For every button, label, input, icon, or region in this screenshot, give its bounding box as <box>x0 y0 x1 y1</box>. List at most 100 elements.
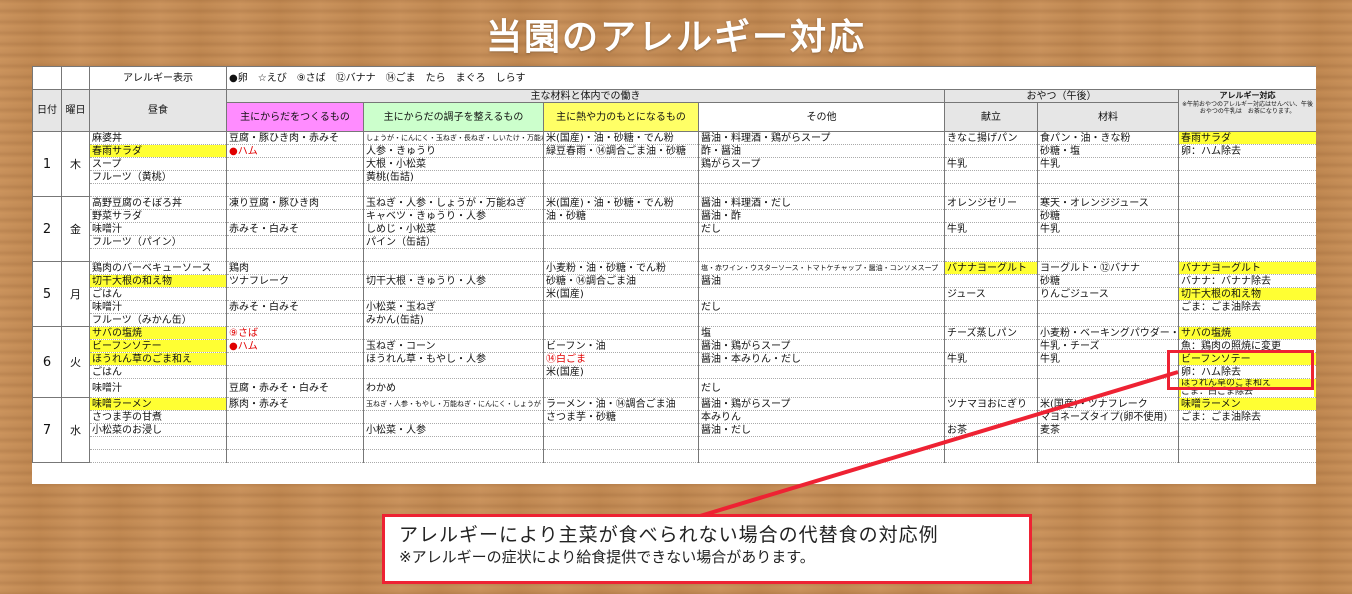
snack-cell <box>944 235 1038 249</box>
condition-cell <box>363 183 544 197</box>
snack-cell <box>944 248 1038 262</box>
condition-cell: 玉ねぎ・人参・しょうが・万能ねぎ <box>363 196 544 210</box>
day-date: 2 <box>32 196 62 262</box>
condition-cell <box>363 449 544 463</box>
note-line-1: アレルギーにより主菜が食べられない場合の代替食の対応例 <box>399 524 939 546</box>
body-cell <box>226 235 364 249</box>
body-cell: 赤みそ・白みそ <box>226 222 364 236</box>
table-row: フルーツ（みかん缶） みかん(缶詰) <box>33 313 1316 327</box>
body-cell <box>226 449 364 463</box>
lunch-cell: ほうれん草のごま和え <box>89 352 227 366</box>
other-cell: 醤油・本みりん・だし <box>698 352 945 366</box>
material-cell <box>1037 365 1179 379</box>
material-cell: 麦茶 <box>1037 423 1179 437</box>
other-cell: だし <box>698 378 945 398</box>
allergy-cell: ごま：ごま油除去 <box>1177 300 1316 314</box>
lunch-cell: 味噌汁 <box>89 300 227 314</box>
table-row: 春雨サラダ ●ハム 人参・きゅうり 緑豆春雨・⑭調合ごま油・砂糖 酢・醤油 砂糖・塩 卵：ハ… <box>33 144 1316 158</box>
table-row: 野菜サラダ キャベツ・きゅうり・人参 油・砂糖 醤油・酢 砂糖 <box>33 209 1316 223</box>
allergy-cell <box>1177 313 1316 327</box>
body-cell: ●ハム <box>226 339 364 353</box>
energy-cell <box>543 248 699 262</box>
lunch-cell: スープ <box>89 157 227 171</box>
day-date: 6 <box>32 326 62 398</box>
condition-cell: わかめ <box>363 378 544 398</box>
material-cell: 米(国産)・ツナフレーク <box>1037 397 1179 411</box>
other-cell <box>698 170 945 184</box>
table-row: 7 水味噌ラーメン 豚肉・赤みそ 玉ねぎ・人参・もやし・万能ねぎ・にんにく・しょうがラ… <box>32 397 1316 463</box>
energy-cell: 米(国産)・油・砂糖・でん粉 <box>543 131 699 145</box>
note-line-2: ※アレルギーの症状により給食提供できない場合があります。 <box>399 548 815 566</box>
snack-cell <box>944 378 1038 398</box>
material-cell: 牛乳 <box>1037 222 1179 236</box>
snack-cell <box>944 410 1038 424</box>
allergy-cell: ごま：ごま油除去 <box>1177 410 1316 424</box>
allergy-cell: サバの塩焼 <box>1177 326 1316 340</box>
lunch-cell: 小松菜のお浸し <box>89 423 227 437</box>
other-cell: だし <box>698 300 945 314</box>
other-cell <box>698 287 945 301</box>
energy-cell <box>543 222 699 236</box>
body-cell: 豚肉・赤みそ <box>226 397 364 411</box>
energy-cell: 米(国産)・油・砂糖・でん粉 <box>543 196 699 210</box>
material-cell <box>1037 170 1179 184</box>
energy-cell: 砂糖・⑭調合ごま油 <box>543 274 699 288</box>
other-cell <box>698 449 945 463</box>
energy-cell <box>543 378 699 398</box>
other-cell: 醤油・鶏がらスープ <box>698 339 945 353</box>
other-cell <box>698 248 945 262</box>
body-cell: 赤みそ・白みそ <box>226 300 364 314</box>
lunch-cell: フルーツ（みかん缶） <box>89 313 227 327</box>
snack-cell <box>944 313 1038 327</box>
callout-highlight-box <box>1167 350 1314 390</box>
day-weekday: 月 <box>61 261 90 327</box>
energy-cell: さつま芋・砂糖 <box>543 410 699 424</box>
allergy-cell: 切干大根の和え物 <box>1177 287 1316 301</box>
energy-cell: 小麦粉・油・砂糖・でん粉 <box>543 261 699 275</box>
allergy-cell <box>1177 209 1316 223</box>
energy-header: 主に熱や力のもとになるもの <box>543 102 699 132</box>
energy-cell: 米(国産) <box>543 365 699 379</box>
energy-cell: ビーフン・油 <box>543 339 699 353</box>
allergy-cell: バナナ：バナナ除去 <box>1177 274 1316 288</box>
condition-cell <box>363 248 544 262</box>
table-row: 切干大根の和え物 ツナフレーク 切干大根・きゅうり・人参 砂糖・⑭調合ごま油 醤油 砂糖バ… <box>33 274 1316 288</box>
table-row: ほうれん草のごま和え ほうれん草・もやし・人参 ⑭白ごま 醤油・本みりん・だし 牛乳 牛乳… <box>33 352 1316 366</box>
body-cell <box>226 287 364 301</box>
snack-cell <box>944 144 1038 158</box>
other-cell: 本みりん <box>698 410 945 424</box>
lunch-cell: 切干大根の和え物 <box>89 274 227 288</box>
allergy-cell: 味噌ラーメン <box>1177 397 1316 411</box>
note-box: アレルギーにより主菜が食べられない場合の代替食の対応例 ※アレルギーの症状により… <box>382 514 1032 584</box>
other-cell: 醤油・鶏がらスープ <box>698 397 945 411</box>
condition-cell: 人参・きゅうり <box>363 144 544 158</box>
legend-items: ●卵 ☆えび ⑨さば ⑫バナナ ⑭ごま たら まぐろ しらす <box>225 66 1316 90</box>
material-cell: マヨネーズタイプ(卵不使用) <box>1037 410 1179 424</box>
body-cell: ●ハム <box>226 144 364 158</box>
table-row: 味噌汁 赤みそ・白みそ しめじ・小松菜 だし 牛乳 牛乳 <box>33 222 1316 236</box>
body-cell <box>226 313 364 327</box>
allergy-cell <box>1177 449 1316 463</box>
material-cell: 牛乳 <box>1037 157 1179 171</box>
allergy-cell <box>1177 423 1316 437</box>
energy-cell <box>543 436 699 450</box>
allergy-cell <box>1177 235 1316 249</box>
lunch-cell: 野菜サラダ <box>89 209 227 223</box>
lunch-cell: フルーツ（パイン） <box>89 235 227 249</box>
allergy-header-note: ※午前おやつのアレルギー対応はせんべい、午後おやつの牛乳は お茶になります。 <box>1182 101 1314 115</box>
table-row: 6火サバの塩焼⑨さば塩チーズ蒸しパン小麦粉・ベーキングパウダー・砂糖サバの塩焼 <box>32 326 1316 398</box>
lunch-header: 昼食 <box>89 89 227 132</box>
body-cell <box>226 352 364 366</box>
body-cell: ⑨さば <box>226 326 364 340</box>
condition-cell: 切干大根・きゅうり・人参 <box>363 274 544 288</box>
condition-cell <box>363 287 544 301</box>
allergy-cell <box>1177 436 1316 450</box>
body-cell: 豆腐・豚ひき肉・赤みそ <box>226 131 364 145</box>
ingredients-header: 主な材料と体内での働き <box>226 89 945 103</box>
material-cell <box>1037 436 1179 450</box>
snack-cell <box>944 449 1038 463</box>
condition-cell: しょうが・にんにく・玉ねぎ・長ねぎ・しいたけ・万能ねぎ <box>363 131 544 145</box>
body-cell: 豆腐・赤みそ・白みそ <box>226 378 364 398</box>
other-cell: だし <box>698 222 945 236</box>
snack-cell <box>944 209 1038 223</box>
